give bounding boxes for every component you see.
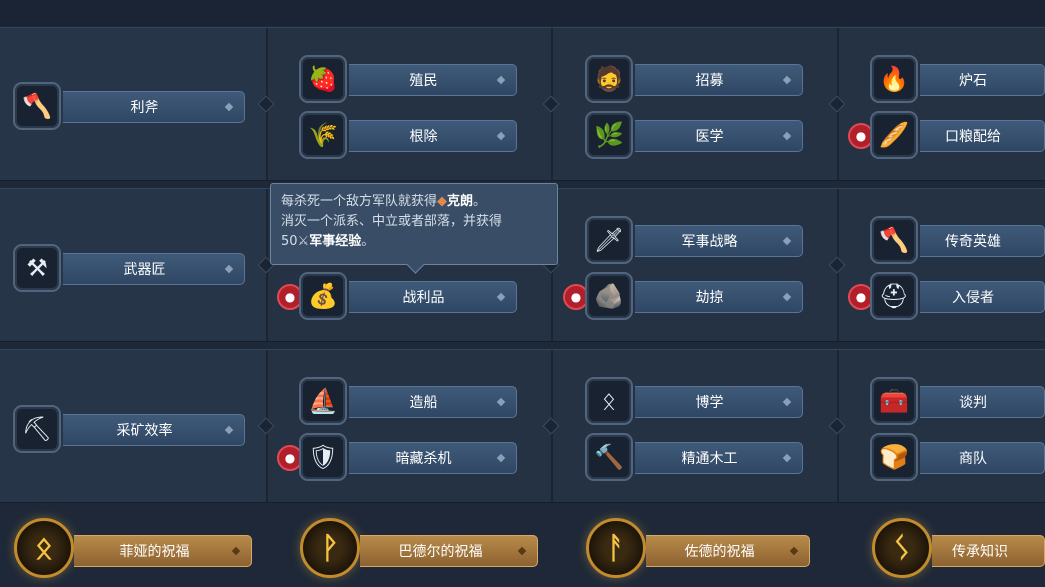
tooltip-highlight: 克朗 bbox=[447, 194, 474, 209]
connector-diamond bbox=[542, 417, 560, 435]
talent-label[interactable]: 口粮配给 bbox=[920, 120, 1045, 152]
talent-label[interactable]: 造船 bbox=[349, 386, 517, 418]
berry-basket-icon: 🍓 bbox=[299, 55, 347, 103]
battle-axe-icon: 🪓 bbox=[870, 216, 918, 264]
talent-label-text: 医学 bbox=[695, 129, 724, 145]
anvil-icon: ⚒ bbox=[13, 244, 61, 292]
crossed-swords-icon: ⚔ bbox=[297, 234, 310, 249]
talent-label[interactable]: 入侵者 bbox=[920, 281, 1045, 313]
loot-bag-icon: 💰 bbox=[299, 272, 347, 320]
rune-sowilo-icon: ᛊ bbox=[872, 518, 932, 578]
talent-label[interactable]: 精通木工 bbox=[635, 442, 803, 474]
crown-coin-icon: ◆ bbox=[437, 194, 448, 209]
talent-label[interactable]: 殖民 bbox=[349, 64, 517, 96]
tooltip-text: 。 bbox=[361, 234, 375, 249]
talent-label-text: 暗藏杀机 bbox=[395, 451, 452, 467]
rune-othala-icon: ᛟ bbox=[14, 518, 74, 578]
talent-label[interactable]: 劫掠 bbox=[635, 281, 803, 313]
talent-label-text: 战利品 bbox=[402, 290, 445, 306]
talent-label-text: 招募 bbox=[695, 73, 724, 89]
striped-sail-icon: ⛵ bbox=[299, 377, 347, 425]
talent-label[interactable]: 暗藏杀机 bbox=[349, 442, 517, 474]
blessings-bar: ᛟ 菲娅的祝福 ᚹ 巴德尔的祝福 ᚨ 佐德的祝福 ᛊ 传承知识 bbox=[0, 506, 1045, 587]
talent-label[interactable]: 博学 bbox=[635, 386, 803, 418]
tooltip-text: 每杀死一个敌方军队就获得 bbox=[281, 194, 438, 209]
connector-diamond bbox=[828, 95, 846, 113]
talent-label-text: 口粮配给 bbox=[945, 129, 1001, 145]
talent-label[interactable]: 军事战略 bbox=[635, 225, 803, 257]
talent-label[interactable]: 武器匠 bbox=[63, 253, 245, 285]
talent-row-1: 🪓 利斧 🍓 殖民 🌾 根除 🧔 招募 🌿 医学 🔥 炉石 ● 🥖 口粮配给 bbox=[0, 27, 1045, 181]
blessing-label-text: 巴德尔的祝福 bbox=[398, 544, 483, 560]
campfire-icon: 🔥 bbox=[870, 55, 918, 103]
rune-ansuz-icon: ᚨ bbox=[586, 518, 646, 578]
talent-label[interactable]: 传奇英雄 bbox=[920, 225, 1045, 257]
blessing-label[interactable]: 传承知识 bbox=[932, 535, 1045, 567]
blessing-label-text: 菲娅的祝福 bbox=[119, 544, 190, 560]
tooltip-highlight: 军事经验 bbox=[309, 234, 362, 249]
talent-label[interactable]: 战利品 bbox=[349, 281, 517, 313]
tooltip-line-2: 消灭一个派系、中立或者部落，并获得 bbox=[281, 212, 547, 232]
blessing-label-text: 佐德的祝福 bbox=[684, 544, 755, 560]
talent-label-text: 商队 bbox=[959, 451, 987, 467]
loot-tooltip: 每杀死一个敌方军队就获得◆克朗。 消灭一个派系、中立或者部落，并获得 50⚔军事… bbox=[270, 183, 558, 274]
axe-log-icon: 🪓 bbox=[13, 82, 61, 130]
top-bar bbox=[0, 0, 1045, 26]
talent-label-text: 入侵者 bbox=[952, 290, 994, 306]
blessing-label[interactable]: 巴德尔的祝福 bbox=[360, 535, 538, 567]
talent-label-text: 造船 bbox=[409, 395, 438, 411]
blessing-label-text: 传承知识 bbox=[952, 544, 1008, 560]
talent-label-text: 博学 bbox=[695, 395, 724, 411]
talent-label-text: 利斧 bbox=[130, 100, 159, 116]
talent-label[interactable]: 谈判 bbox=[920, 386, 1045, 418]
tooltip-line-1: 每杀死一个敌方军队就获得◆克朗。 bbox=[281, 192, 547, 212]
talent-label[interactable]: 炉石 bbox=[920, 64, 1045, 96]
tooltip-text: 50 bbox=[281, 234, 298, 249]
talent-label-text: 武器匠 bbox=[123, 262, 166, 278]
hammer-icon: 🔨 bbox=[585, 433, 633, 481]
talent-label[interactable]: 根除 bbox=[349, 120, 517, 152]
blessing-label[interactable]: 佐德的祝福 bbox=[646, 535, 810, 567]
talent-row-3: ⛏ 采矿效率 ⛵ 造船 ● 🛡 暗藏杀机 ᛟ 博学 🔨 精通木工 🧰 谈判 🍞 … bbox=[0, 349, 1045, 503]
sword-icon: 🗡 bbox=[585, 216, 633, 264]
talent-label-text: 根除 bbox=[409, 129, 438, 145]
connector-diamond bbox=[828, 256, 846, 274]
talent-label-text: 殖民 bbox=[409, 73, 438, 89]
treasure-chest-icon: 🧰 bbox=[870, 377, 918, 425]
herb-leaves-icon: 🌿 bbox=[585, 111, 633, 159]
plunder-pile-icon: 🪨 bbox=[585, 272, 633, 320]
food-sack-icon: 🥖 bbox=[870, 111, 918, 159]
talent-label-text: 炉石 bbox=[959, 73, 987, 89]
connector-diamond bbox=[828, 417, 846, 435]
tooltip-line-3: 50⚔军事经验。 bbox=[281, 232, 547, 252]
bearded-man-icon: 🧔 bbox=[585, 55, 633, 103]
tooltip-text: 。 bbox=[473, 194, 487, 209]
talent-label[interactable]: 利斧 bbox=[63, 91, 245, 123]
trade-goods-icon: 🍞 bbox=[870, 433, 918, 481]
talent-label[interactable]: 商队 bbox=[920, 442, 1045, 474]
talent-label-text: 军事战略 bbox=[681, 234, 738, 250]
rune-stone-icon: ᛟ bbox=[585, 377, 633, 425]
talent-label-text: 传奇英雄 bbox=[945, 234, 1001, 250]
rune-wunjo-icon: ᚹ bbox=[300, 518, 360, 578]
talent-label-text: 劫掠 bbox=[695, 290, 724, 306]
diamond-marker bbox=[517, 546, 527, 556]
tooltip-text: 消灭一个派系、中立或者部落，并获得 bbox=[281, 214, 503, 229]
connector-diamond bbox=[542, 95, 560, 113]
horned-helmet-icon: ⛑ bbox=[870, 272, 918, 320]
talent-label[interactable]: 招募 bbox=[635, 64, 803, 96]
grain-sacks-icon: 🌾 bbox=[299, 111, 347, 159]
talent-label[interactable]: 医学 bbox=[635, 120, 803, 152]
talent-label[interactable]: 采矿效率 bbox=[63, 414, 245, 446]
talent-label-text: 谈判 bbox=[959, 395, 987, 411]
pickaxe-icon: ⛏ bbox=[13, 405, 61, 453]
talent-label-text: 精通木工 bbox=[681, 451, 738, 467]
diamond-marker bbox=[789, 546, 799, 556]
blessing-label[interactable]: 菲娅的祝福 bbox=[74, 535, 252, 567]
banner-shield-icon: 🛡 bbox=[299, 433, 347, 481]
diamond-marker bbox=[231, 546, 241, 556]
talent-label-text: 采矿效率 bbox=[116, 423, 173, 439]
